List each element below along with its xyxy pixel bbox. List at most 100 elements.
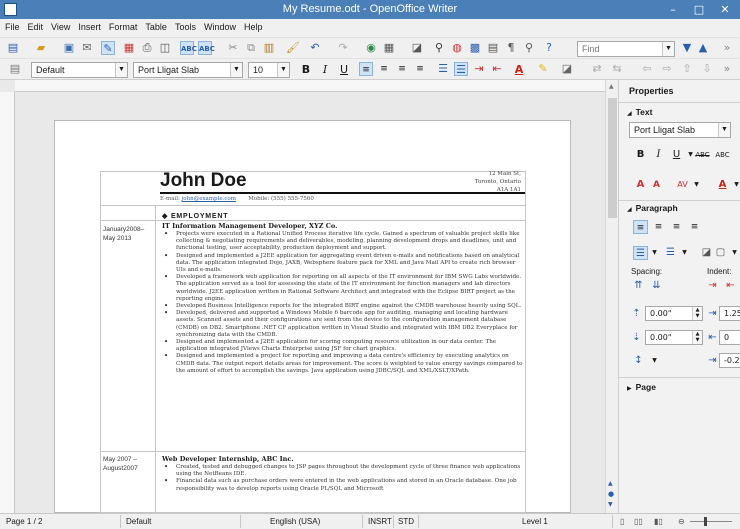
page-section-header[interactable]: ▶ Page <box>627 382 656 392</box>
italic-icon[interactable]: I <box>318 62 332 77</box>
highlighting-icon[interactable]: ✎ <box>536 62 550 76</box>
paragraph-rtl-icon[interactable]: ⇆ <box>610 62 624 76</box>
book-view-icon[interactable]: ▮▯ <box>654 517 663 526</box>
styles-icon[interactable]: ▤ <box>8 62 22 76</box>
hyperlink-icon[interactable]: ◉ <box>364 41 378 55</box>
arrow-down-icon[interactable]: ⇩ <box>700 62 714 76</box>
chevron-down-icon[interactable]: ▼ <box>115 63 127 77</box>
menu-file[interactable]: File <box>0 19 23 32</box>
text-language[interactable]: English (USA) <box>270 517 320 526</box>
align-center-icon[interactable]: ≡ <box>377 62 391 76</box>
page-style[interactable]: Default <box>126 517 151 526</box>
align-left-icon[interactable]: ≡ <box>633 220 648 234</box>
paragraph-ltr-icon[interactable]: ⇄ <box>590 62 604 76</box>
email-link[interactable]: john@example.com <box>182 196 236 202</box>
minimize-button[interactable]: – <box>660 0 686 19</box>
text-section-header[interactable]: ◢ Text <box>627 107 652 117</box>
maximize-button[interactable]: □ <box>686 0 712 19</box>
align-right-icon[interactable]: ≡ <box>395 62 409 76</box>
underline-icon[interactable]: U <box>669 148 684 162</box>
strikethrough-icon[interactable]: ABC <box>695 148 710 162</box>
gallery-icon[interactable]: ▩ <box>468 41 482 55</box>
zoom-slider-thumb[interactable] <box>704 517 707 526</box>
menu-table[interactable]: Table <box>140 19 170 32</box>
numbering-icon[interactable]: ☰ <box>436 62 450 76</box>
underline-icon[interactable]: U <box>337 62 351 77</box>
arrow-up-icon[interactable]: ⇧ <box>680 62 694 76</box>
chevron-down-icon[interactable]: ▼ <box>718 123 730 137</box>
first-line-indent-input[interactable]: -0.25 <box>719 353 740 368</box>
paragraph-background-icon[interactable]: ◪ <box>699 246 714 260</box>
chevron-down-icon[interactable]: ▼ <box>662 42 674 56</box>
grow-font-icon[interactable]: A <box>633 178 648 192</box>
export-pdf-icon[interactable]: ▦ <box>122 41 136 55</box>
insert-mode[interactable]: INSRT <box>368 517 392 526</box>
above-paragraph-spacing-input[interactable]: 0.00" ▲ ▼ <box>645 306 703 321</box>
menu-help[interactable]: Help <box>239 19 266 32</box>
find-previous-up-icon[interactable]: ▲ <box>696 41 710 55</box>
below-paragraph-spacing-input[interactable]: 0.00" ▲ ▼ <box>645 330 703 345</box>
chevron-down-icon[interactable]: ▼ <box>729 178 740 192</box>
email-icon[interactable]: ✉ <box>80 41 94 55</box>
paste-icon[interactable]: ▥ <box>262 41 276 55</box>
find-replace-icon[interactable]: ⚲ <box>432 41 446 55</box>
menu-insert[interactable]: Insert <box>73 19 104 32</box>
decrease-spacing-icon[interactable]: ⇊ <box>649 279 664 293</box>
bold-icon[interactable]: B <box>299 62 313 77</box>
zoom-icon[interactable]: ⚲ <box>522 41 536 55</box>
collapse-icon[interactable]: ◢ <box>627 207 632 213</box>
line-spacing-icon[interactable]: ↕ <box>631 354 646 368</box>
font-color-icon[interactable]: A <box>512 62 526 77</box>
bullets-icon[interactable]: ☰ <box>454 62 468 76</box>
format-paintbrush-icon[interactable]: 🖌 <box>286 41 300 55</box>
sidebar-font-combo[interactable]: Port Lligat Slab ▼ <box>629 122 731 138</box>
arrow-right-icon[interactable]: ⇨ <box>660 62 674 76</box>
justify-icon[interactable]: ≡ <box>413 62 427 76</box>
increase-indent-icon[interactable]: ⇥ <box>472 62 486 76</box>
collapse-icon[interactable]: ◢ <box>627 111 632 117</box>
nonprinting-chars-icon[interactable]: ¶ <box>504 41 518 55</box>
toolbar-overflow-icon[interactable]: » <box>720 41 734 55</box>
decrease-indent-icon[interactable]: ⇤ <box>490 62 504 76</box>
vertical-scrollbar[interactable]: ▲ ▲ ● ▼ <box>605 80 618 513</box>
help-icon[interactable]: ? <box>542 41 556 55</box>
numbering-icon[interactable]: ☰ <box>663 246 678 260</box>
multi-page-view-icon[interactable]: ▯▯ <box>634 517 643 526</box>
page-indicator[interactable]: Page 1 / 2 <box>6 517 42 526</box>
save-icon[interactable]: ▣ <box>62 41 76 55</box>
single-page-view-icon[interactable]: ▯ <box>620 517 624 526</box>
after-text-indent-input[interactable]: 0 <box>719 330 740 345</box>
menu-format[interactable]: Format <box>104 19 141 32</box>
new-document-icon[interactable]: ▤ <box>6 41 20 55</box>
borders-icon[interactable]: ▢ <box>713 246 728 260</box>
vertical-ruler[interactable] <box>0 92 15 513</box>
shrink-font-icon[interactable]: A <box>649 178 664 192</box>
print-preview-icon[interactable]: ◫ <box>158 41 172 55</box>
bullets-icon[interactable]: ☰ <box>633 246 648 260</box>
italic-icon[interactable]: I <box>651 148 666 162</box>
chevron-down-icon[interactable]: ▼ <box>647 354 662 368</box>
close-button[interactable]: ✕ <box>712 0 738 19</box>
print-icon[interactable]: ⎙ <box>140 41 154 55</box>
copy-icon[interactable]: ⧉ <box>244 41 258 55</box>
align-right-icon[interactable]: ≡ <box>669 220 684 234</box>
show-draw-functions-icon[interactable]: ◪ <box>410 41 424 55</box>
expand-icon[interactable]: ▶ <box>627 386 632 392</box>
justify-icon[interactable]: ≡ <box>687 220 702 234</box>
arrow-left-icon[interactable]: ⇦ <box>640 62 654 76</box>
shadow-icon[interactable]: ABC <box>715 148 730 162</box>
decrease-indent-icon[interactable]: ⇤ <box>723 279 738 293</box>
selection-mode[interactable]: STD <box>398 517 414 526</box>
datasources-icon[interactable]: ▤ <box>486 41 500 55</box>
chevron-down-icon[interactable]: ▼ <box>230 63 242 77</box>
table-icon[interactable]: ▦ <box>382 41 396 55</box>
horizontal-ruler[interactable] <box>15 80 605 92</box>
spellcheck-icon[interactable]: ABC <box>180 41 197 55</box>
font-size-combo[interactable]: 10 ▼ <box>248 62 290 78</box>
chevron-down-icon[interactable]: ▼ <box>277 63 289 77</box>
menu-window[interactable]: Window <box>199 19 239 32</box>
previous-page-icon[interactable]: ▲ <box>608 480 613 487</box>
character-spacing-icon[interactable]: AV <box>675 178 690 192</box>
align-left-icon[interactable]: ≡ <box>359 62 373 76</box>
font-color-icon[interactable]: A <box>715 178 730 192</box>
